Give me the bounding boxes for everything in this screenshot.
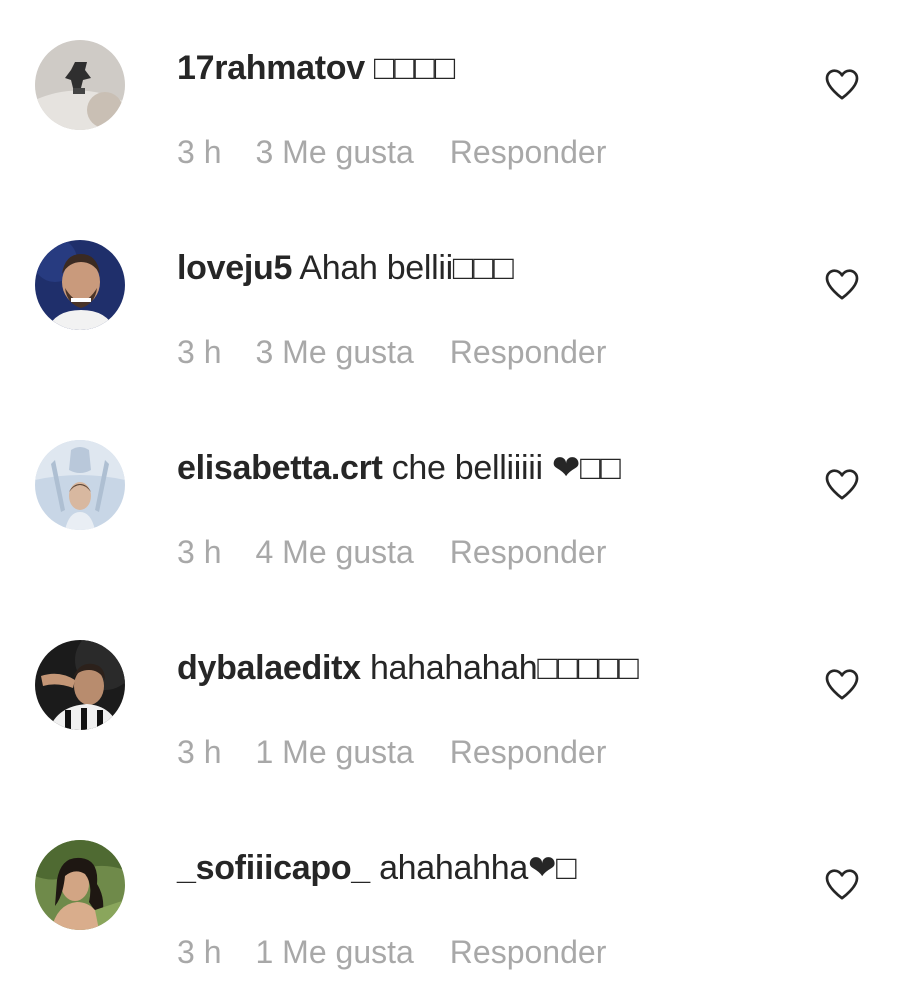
reply-button[interactable]: Responder — [450, 134, 607, 170]
avatar[interactable] — [35, 640, 125, 730]
comment-text: hahahahah□□□□□ — [369, 649, 639, 687]
comment-meta: 3 h 1 Me gusta Responder — [177, 734, 606, 770]
comment-body: dybalaeditx hahahahah□□□□□ — [177, 648, 639, 688]
avatar-image — [35, 240, 125, 330]
comment-username[interactable]: 17rahmatov — [177, 49, 365, 87]
comment-time[interactable]: 3 h — [177, 534, 221, 570]
comment-like-count[interactable]: 1 Me gusta — [255, 734, 413, 770]
like-button[interactable] — [822, 864, 862, 904]
comment-text: Ahah bellii□□□ — [299, 249, 514, 287]
comment-username[interactable]: dybalaeditx — [177, 649, 361, 687]
avatar-image — [35, 40, 125, 130]
reply-button[interactable]: Responder — [450, 334, 607, 370]
reply-button[interactable]: Responder — [450, 934, 607, 970]
comment-item: elisabetta.crt che belliiiii ❤□□ 3 h 4 Me… — [0, 400, 917, 600]
like-button[interactable] — [822, 464, 862, 504]
comment-like-count[interactable]: 3 Me gusta — [255, 334, 413, 370]
comment-body: loveju5 Ahah bellii□□□ — [177, 248, 514, 288]
avatar[interactable] — [35, 440, 125, 530]
like-button[interactable] — [822, 264, 862, 304]
comment-body: elisabetta.crt che belliiiii ❤□□ — [177, 448, 621, 488]
comment-username[interactable]: elisabetta.crt — [177, 449, 383, 487]
comment-text: ahahahha❤□ — [379, 849, 577, 887]
comment-like-count[interactable]: 1 Me gusta — [255, 934, 413, 970]
comment-username[interactable]: loveju5 — [177, 249, 292, 287]
comment-item: dybalaeditx hahahahah□□□□□ 3 h 1 Me gusta… — [0, 600, 917, 800]
comment-time[interactable]: 3 h — [177, 934, 221, 970]
comment-username[interactable]: _sofiiicapo_ — [177, 849, 370, 887]
reply-button[interactable]: Responder — [450, 734, 607, 770]
comment-meta: 3 h 3 Me gusta Responder — [177, 334, 606, 370]
comment-meta: 3 h 1 Me gusta Responder — [177, 934, 606, 970]
avatar[interactable] — [35, 40, 125, 130]
comment-meta: 3 h 4 Me gusta Responder — [177, 534, 606, 570]
comment-meta: 3 h 3 Me gusta Responder — [177, 134, 606, 170]
heart-outline-icon — [825, 869, 859, 900]
comment-text: □□□□ — [374, 49, 455, 87]
comment-item: _sofiiicapo_ ahahahha❤□ 3 h 1 Me gusta Res… — [0, 800, 917, 1000]
heart-outline-icon — [825, 469, 859, 500]
avatar[interactable] — [35, 240, 125, 330]
comment-time[interactable]: 3 h — [177, 734, 221, 770]
like-button[interactable] — [822, 64, 862, 104]
avatar-image — [35, 640, 125, 730]
heart-outline-icon — [825, 69, 859, 100]
comment-item: 17rahmatov □□□□ 3 h 3 Me gusta Responder — [0, 0, 917, 200]
comments-list: 17rahmatov □□□□ 3 h 3 Me gusta Responder — [0, 0, 917, 992]
avatar-image — [35, 440, 125, 530]
reply-button[interactable]: Responder — [450, 534, 607, 570]
heart-outline-icon — [825, 669, 859, 700]
comment-body: 17rahmatov □□□□ — [177, 48, 455, 88]
heart-outline-icon — [825, 269, 859, 300]
comment-item: loveju5 Ahah bellii□□□ 3 h 3 Me gusta Resp… — [0, 200, 917, 400]
avatar[interactable] — [35, 840, 125, 930]
comment-body: _sofiiicapo_ ahahahha❤□ — [177, 848, 577, 888]
comment-time[interactable]: 3 h — [177, 134, 221, 170]
like-button[interactable] — [822, 664, 862, 704]
comment-like-count[interactable]: 3 Me gusta — [255, 134, 413, 170]
comment-like-count[interactable]: 4 Me gusta — [255, 534, 413, 570]
avatar-image — [35, 840, 125, 930]
comment-text: che belliiiii ❤□□ — [391, 449, 621, 487]
comment-time[interactable]: 3 h — [177, 334, 221, 370]
